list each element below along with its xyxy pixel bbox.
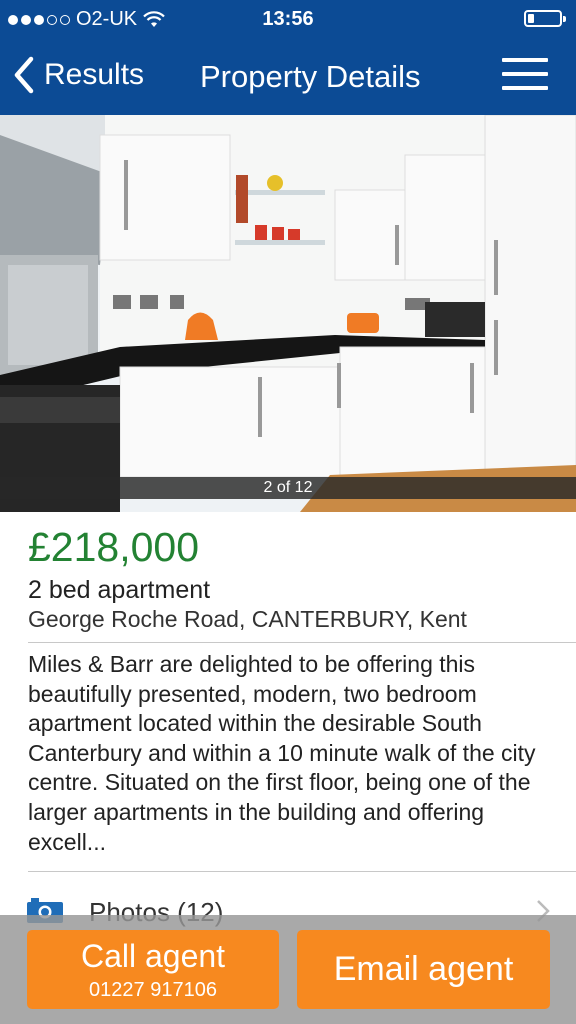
hamburger-menu-icon[interactable] — [502, 58, 548, 90]
property-price: £218,000 — [28, 524, 200, 570]
navigation-bar: Results Property Details — [0, 38, 576, 115]
status-bar: O2-UK 13:56 — [0, 0, 576, 38]
property-type: 2 bed apartment — [28, 576, 211, 604]
photo-counter: 2 of 12 — [0, 477, 576, 499]
property-address: George Roche Road, CANTERBURY, Kent — [28, 606, 467, 632]
clock: 13:56 — [262, 8, 314, 30]
divider — [28, 871, 576, 872]
property-photo[interactable]: 2 of 12 — [0, 115, 576, 512]
call-agent-button[interactable]: Call agent 01227 917106 — [27, 930, 279, 1009]
page-title: Property Details — [200, 59, 421, 94]
back-label: Results — [44, 58, 145, 91]
back-button[interactable]: Results — [12, 56, 144, 94]
property-description: Miles & Barr are delighted to be offerin… — [28, 651, 536, 855]
agent-phone-number: 01227 917106 — [89, 979, 217, 1001]
battery-icon — [524, 10, 566, 27]
email-agent-button[interactable]: Email agent — [297, 930, 550, 1009]
chevron-left-icon — [14, 56, 34, 94]
call-agent-label: Call agent — [80, 938, 226, 974]
action-bar: Call agent 01227 917106 Email agent — [0, 915, 576, 1024]
divider — [28, 642, 576, 643]
kitchen-photo-image — [0, 115, 576, 512]
